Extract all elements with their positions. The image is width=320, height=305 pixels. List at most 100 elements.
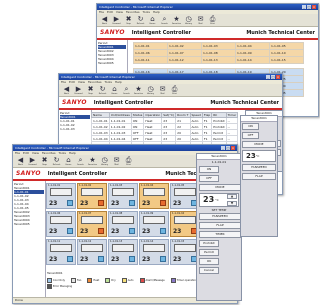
print-button[interactable]: ⎙ Print: [124, 156, 133, 166]
menu-tools[interactable]: Tools: [105, 80, 112, 84]
close-icon[interactable]: ×: [276, 75, 280, 79]
back-button[interactable]: ◀ Back: [62, 85, 71, 95]
stop-button[interactable]: ✖ Stop: [124, 15, 133, 25]
column-header[interactable]: Speed: [189, 112, 203, 118]
menu-tools[interactable]: Tools: [59, 151, 66, 155]
home-button[interactable]: ⌂ Home: [148, 15, 157, 25]
print-button[interactable]: ⎙ Print: [208, 15, 217, 25]
unit-tile[interactable]: 1-1-01-03 23: [108, 183, 138, 209]
maximize-icon[interactable]: □: [271, 75, 275, 79]
menu-favorites[interactable]: Favorites: [42, 151, 56, 155]
off-button[interactable]: OFF: [199, 175, 219, 182]
refresh-button[interactable]: ↻ Refresh: [136, 15, 145, 25]
on-button[interactable]: ON: [199, 166, 219, 173]
column-header[interactable]: Unit/Address: [108, 112, 132, 118]
home-button[interactable]: ⌂ Home: [110, 85, 119, 95]
favorites-button[interactable]: ★ Favorites: [172, 15, 181, 25]
column-header[interactable]: Room T: [175, 112, 191, 118]
close-icon[interactable]: ×: [312, 5, 316, 9]
close-icon[interactable]: ×: [231, 146, 235, 150]
mail-button[interactable]: ✉ Mail: [196, 15, 205, 25]
history-button[interactable]: ◷ History: [146, 85, 155, 95]
mode-button[interactable]: MODE: [199, 184, 241, 191]
forward-button[interactable]: ▶ Forward: [74, 85, 83, 95]
menu-edit[interactable]: Edit: [23, 151, 29, 155]
unit-tile[interactable]: 1-1-01-01 23: [46, 183, 76, 209]
grid-cell[interactable]: 1-1-01-07: [167, 49, 202, 57]
minimize-icon[interactable]: _: [302, 5, 306, 9]
menu-help[interactable]: Help: [69, 151, 76, 155]
flap-button[interactable]: FLAP: [199, 222, 241, 229]
refresh-button[interactable]: ↻ Refresh: [98, 85, 107, 95]
fanspeed-button[interactable]: FANSPEED: [242, 164, 276, 171]
grid-cell[interactable]: 1-1-01-08: [201, 49, 236, 57]
back-button[interactable]: ◀ Back: [16, 156, 25, 166]
unit-tile[interactable]: 1-1-01-09 23: [139, 211, 169, 237]
menu-tools[interactable]: Tools: [143, 10, 150, 14]
home-button[interactable]: ⌂ Home: [64, 156, 73, 166]
prohibit-button[interactable]: Prohibit: [199, 240, 219, 247]
maximize-icon[interactable]: □: [226, 146, 230, 150]
temp-down-icon[interactable]: ▼: [227, 201, 237, 206]
column-header[interactable]: Timer: [225, 112, 239, 118]
grid-cell[interactable]: 1-1-01-11: [133, 56, 168, 64]
flap-button[interactable]: FLAP: [242, 173, 276, 180]
unit-tile[interactable]: 1-1-01-02 23: [77, 183, 107, 209]
tree-item[interactable]: Tenant005: [98, 61, 126, 65]
mode-button[interactable]: MODE: [242, 141, 276, 148]
grid-cell[interactable]: 1-1-01-13: [201, 56, 236, 64]
temp-up-icon[interactable]: ▲: [227, 194, 237, 199]
cancel-button[interactable]: Cancel: [199, 267, 219, 274]
ok-button[interactable]: OK: [199, 258, 219, 265]
unit-tile[interactable]: 1-1-01-08 23: [108, 211, 138, 237]
search-button[interactable]: ⌕ Search: [122, 85, 131, 95]
tree-item[interactable]: Tenant005: [14, 222, 44, 226]
menu-file[interactable]: File: [15, 151, 20, 155]
grid-cell[interactable]: 1-1-01-03: [201, 42, 236, 50]
grid-cell[interactable]: 1-1-01-09: [235, 49, 270, 57]
menu-edit[interactable]: Edit: [69, 80, 75, 84]
mail-button[interactable]: ✉ Mail: [112, 156, 121, 166]
maximize-icon[interactable]: □: [307, 5, 311, 9]
menu-edit[interactable]: Edit: [107, 10, 113, 14]
mail-button[interactable]: ✉ Mail: [158, 85, 167, 95]
search-button[interactable]: ⌕ Search: [160, 15, 169, 25]
menu-favorites[interactable]: Favorites: [88, 80, 102, 84]
tree-item[interactable]: 1-1-01-03: [60, 127, 90, 131]
unit-tile[interactable]: 1-1-01-07 23: [77, 211, 107, 237]
menu-view[interactable]: View: [116, 10, 123, 14]
favorites-button[interactable]: ★ Favorites: [88, 156, 97, 166]
grid-cell[interactable]: 1-1-01-12: [167, 56, 202, 64]
favorites-button[interactable]: ★ Favorites: [134, 85, 143, 95]
grid-cell[interactable]: 1-1-01-15: [269, 56, 304, 64]
forward-button[interactable]: ▶ Forward: [28, 156, 37, 166]
menu-help[interactable]: Help: [153, 10, 160, 14]
on-button[interactable]: ON: [242, 123, 259, 130]
minimize-icon[interactable]: _: [266, 75, 270, 79]
menu-file[interactable]: File: [61, 80, 66, 84]
grid-cell[interactable]: 1-1-01-10: [269, 49, 304, 57]
grid-cell[interactable]: 1-1-01-05: [269, 42, 304, 50]
grid-cell[interactable]: 1-1-01-06: [133, 49, 168, 57]
grid-cell[interactable]: 1-1-01-02: [167, 42, 202, 50]
unit-tile[interactable]: 1-1-01-12 23: [77, 239, 107, 265]
back-button[interactable]: ◀ Back: [100, 15, 109, 25]
permit-button[interactable]: Permit: [199, 249, 219, 256]
forward-button[interactable]: ▶ Forward: [112, 15, 121, 25]
menu-view[interactable]: View: [78, 80, 85, 84]
stop-button[interactable]: ✖ Stop: [40, 156, 49, 166]
print-button[interactable]: ⎙ Print: [170, 85, 179, 95]
column-header[interactable]: Status: [130, 112, 145, 118]
column-header[interactable]: Set(°C): [161, 112, 177, 118]
grid-cell[interactable]: 1-1-01-04: [235, 42, 270, 50]
menu-favorites[interactable]: Favorites: [126, 10, 140, 14]
unit-tile[interactable]: 1-1-01-06 23: [46, 211, 76, 237]
fanspeed-button[interactable]: FANSPEED: [199, 213, 241, 220]
unit-tile[interactable]: 1-1-01-04 23: [139, 183, 169, 209]
menu-view[interactable]: View: [32, 151, 39, 155]
off-button[interactable]: OFF: [242, 132, 259, 139]
history-button[interactable]: ◷ History: [100, 156, 109, 166]
unit-tile[interactable]: 1-1-01-11 23: [46, 239, 76, 265]
unit-tile[interactable]: 1-1-01-14 23: [139, 239, 169, 265]
stop-button[interactable]: ✖ Stop: [86, 85, 95, 95]
